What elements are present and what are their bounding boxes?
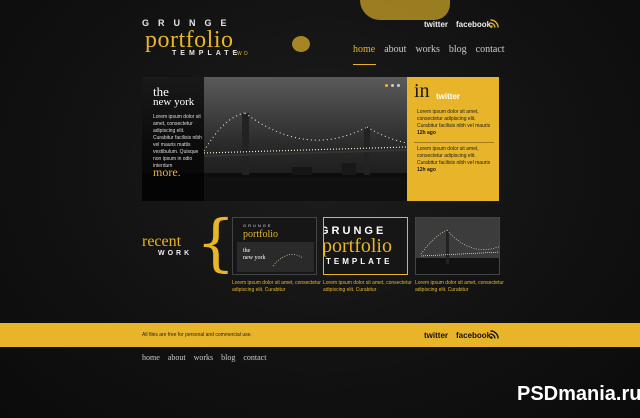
footer-nav-contact[interactable]: contact xyxy=(243,353,266,362)
tweet-separator xyxy=(414,142,494,143)
hero-description: Lorem ipsum dolor sit amet, consectetur … xyxy=(153,114,202,169)
thumbnail-image: GRUNGE portfolio TEMPLATE xyxy=(324,218,407,274)
tweet-date: 12h ago xyxy=(417,167,436,173)
watermark: PSDmania.ru xyxy=(517,383,640,405)
grunge-splash-top xyxy=(360,0,450,20)
svg-text:the: the xyxy=(243,248,251,254)
footer-nav-about[interactable]: about xyxy=(168,353,186,362)
facebook-link[interactable]: facebook xyxy=(456,20,491,29)
nav-about[interactable]: about xyxy=(384,44,406,55)
footer-nav-home[interactable]: home xyxy=(142,353,160,362)
recent-work-title: recent xyxy=(142,233,182,250)
nav-contact[interactable]: contact xyxy=(476,44,505,55)
work-caption-2: Lorem ipsum dolor sit amet, consectetur … xyxy=(323,280,412,293)
nav-home[interactable]: home xyxy=(353,44,375,55)
svg-text:portfolio: portfolio xyxy=(324,235,392,257)
twitter-panel-in: in xyxy=(414,80,430,102)
work-caption-3: Lorem ipsum dolor sit amet, consectetur … xyxy=(415,280,504,293)
footer-nav-works[interactable]: works xyxy=(194,353,214,362)
logo-two-text: TWO xyxy=(232,51,250,57)
tweet-text: Lorem ipsum dolor sit amet, consectetur … xyxy=(417,109,491,129)
nav-active-underline xyxy=(353,64,376,65)
footer-nav-blog[interactable]: blog xyxy=(221,353,235,362)
work-caption-1: Lorem ipsum dolor sit amet, consectetur … xyxy=(232,280,321,293)
hero-more-link[interactable]: more. xyxy=(153,165,181,180)
svg-text:new york: new york xyxy=(243,255,266,261)
main-nav: home about works blog contact xyxy=(353,44,505,55)
grunge-splash-small xyxy=(292,36,310,52)
twitter-link[interactable]: twitter xyxy=(424,20,448,29)
twitter-panel-logo[interactable]: twitter xyxy=(436,92,460,101)
slider-dots xyxy=(385,84,400,87)
footer-nav: home about works blog contact xyxy=(142,353,266,362)
tweet-date: 12h ago xyxy=(417,130,436,136)
footer-band xyxy=(0,323,640,347)
tweet-text: Lorem ipsum dolor sit amet, consectetur … xyxy=(417,146,491,166)
work-thumbnail-3[interactable] xyxy=(415,217,500,275)
footer-rss-icon[interactable] xyxy=(490,330,499,339)
recent-work-subtitle: WORK xyxy=(158,250,193,257)
brace-decoration: { xyxy=(196,206,236,279)
slider-dot-2[interactable] xyxy=(391,84,394,87)
footer-facebook-link[interactable]: facebook xyxy=(456,331,491,340)
work-thumbnail-1[interactable]: GRUNGE portfolio the new york xyxy=(232,217,317,275)
work-thumbnail-2[interactable]: GRUNGE portfolio TEMPLATE xyxy=(323,217,408,275)
slider-dot-1[interactable] xyxy=(385,84,388,87)
rss-icon[interactable] xyxy=(490,19,499,28)
nav-works[interactable]: works xyxy=(415,44,439,55)
svg-text:GRUNGE: GRUNGE xyxy=(243,223,273,228)
slider-dot-3[interactable] xyxy=(397,84,400,87)
footer-notice: All files are free for personal and comm… xyxy=(142,332,252,338)
footer-twitter-link[interactable]: twitter xyxy=(424,331,448,340)
thumbnail-image xyxy=(416,218,499,274)
svg-text:portfolio: portfolio xyxy=(243,229,278,240)
nav-blog[interactable]: blog xyxy=(449,44,467,55)
hero-title-newyork: new york xyxy=(153,96,195,108)
thumbnail-image: GRUNGE portfolio the new york xyxy=(233,218,316,274)
logo-template-text: TEMPLATE xyxy=(172,50,242,57)
svg-text:TEMPLATE: TEMPLATE xyxy=(326,257,393,266)
